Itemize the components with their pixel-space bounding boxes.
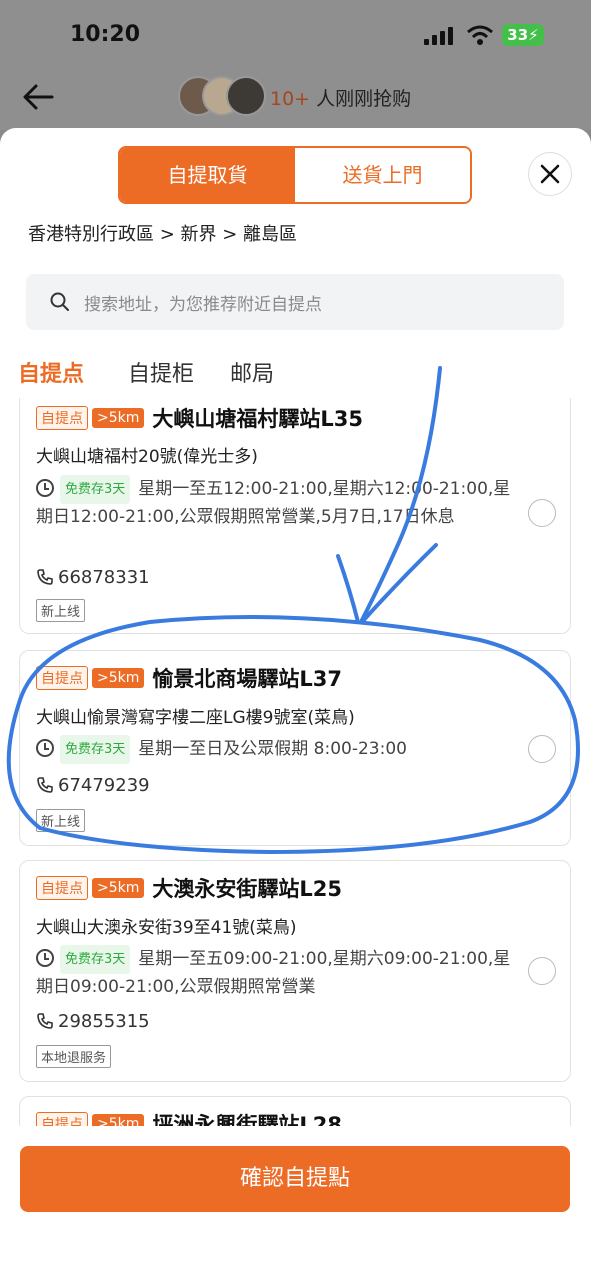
phone-number: 66878331: [58, 567, 150, 588]
delivery-mode-toggle: 自提取貨 送貨上門: [118, 146, 472, 204]
station-name: 大澳永安街驛站L25: [152, 877, 342, 901]
close-icon: [540, 164, 560, 184]
station-name: 愉景北商場驛站L37: [152, 667, 342, 691]
station-hours: 免费存3天 星期一至日及公眾假期 8:00-23:00: [36, 735, 516, 764]
buyers-label: 人刚刚抢购: [316, 88, 412, 110]
hours-text: 星期一至日及公眾假期 8:00-23:00: [138, 739, 407, 759]
station-name: 大嶼山塘福村驛站L35: [152, 407, 363, 431]
free-storage-badge: 免费存3天: [60, 475, 131, 504]
search-icon: [50, 292, 69, 311]
tab-self-pickup[interactable]: 自提取貨: [120, 148, 295, 202]
station-card[interactable]: 自提点 >5km 愉景北商場驛站L37 大嶼山愉景灣寫字樓二座LG樓9號室(菜鳥…: [19, 650, 571, 846]
station-card[interactable]: 自提点 >5km 大澳永安街驛站L25 大嶼山大澳永安街39至41號(菜鳥) 免…: [19, 860, 571, 1082]
search-input[interactable]: 搜索地址，为您推荐附近自提点: [26, 274, 564, 330]
station-name: 坪洲永興街驛站L28: [152, 1113, 342, 1126]
phone-icon: [37, 777, 53, 793]
tab-pickup-point[interactable]: 自提点: [18, 356, 84, 388]
phone-icon: [37, 1013, 53, 1029]
free-storage-badge: 免费存3天: [60, 945, 131, 974]
station-phone: 67479239: [36, 775, 150, 796]
distance-badge: >5km: [92, 408, 145, 428]
region-breadcrumb[interactable]: 香港特別行政區 > 新界 > 離島區: [28, 220, 297, 246]
station-phone: 29855315: [36, 1011, 150, 1032]
station-label: 新上线: [36, 809, 86, 832]
close-button[interactable]: [528, 152, 572, 196]
select-radio[interactable]: [528, 957, 556, 985]
select-radio[interactable]: [528, 735, 556, 763]
clock-icon: [36, 739, 54, 757]
distance-badge: >5km: [92, 668, 145, 688]
clock-icon: [36, 949, 54, 967]
tab-pickup-locker[interactable]: 自提柜: [128, 356, 194, 388]
station-header: 自提点 >5km 坪洲永興街驛站L28: [36, 1109, 342, 1126]
station-label: 新上线: [36, 599, 86, 622]
clock: 10:20: [70, 22, 141, 47]
phone-number: 29855315: [58, 1011, 150, 1032]
product-header: 10+ 人刚刚抢购: [0, 70, 591, 130]
buyers-count: 10+: [270, 88, 311, 110]
station-hours: 免费存3天 星期一至五09:00-21:00,星期六09:00-21:00,星期日…: [36, 945, 516, 1001]
station-header: 自提点 >5km 大嶼山塘福村驛站L35: [36, 403, 363, 433]
station-phone: 66878331: [36, 567, 150, 588]
station-type-tag: 自提点: [36, 1112, 88, 1126]
tab-post-office[interactable]: 邮局: [230, 356, 274, 388]
station-type-tag: 自提点: [36, 406, 88, 430]
station-address: 大嶼山愉景灣寫字樓二座LG樓9號室(菜鳥): [36, 708, 355, 728]
phone-icon: [37, 569, 53, 585]
station-address: 大嶼山大澳永安街39至41號(菜鳥): [36, 918, 297, 938]
distance-badge: >5km: [92, 878, 145, 898]
buyer-avatars: [178, 76, 270, 116]
station-list: 自提点 >5km 大嶼山塘福村驛站L35 大嶼山塘福村20號(偉光士多) 免费存…: [0, 398, 591, 1126]
recent-buyers-text: 10+ 人刚刚抢购: [270, 84, 411, 111]
station-card[interactable]: 自提点 >5km 大嶼山塘福村驛站L35 大嶼山塘福村20號(偉光士多) 免费存…: [19, 398, 571, 634]
pickup-sheet: 自提取貨 送貨上門 香港特別行政區 > 新界 > 離島區 搜索地址，为您推荐附近…: [0, 128, 591, 1280]
phone-number: 67479239: [58, 775, 150, 796]
station-header: 自提点 >5km 大澳永安街驛站L25: [36, 873, 342, 903]
free-storage-badge: 免费存3天: [60, 735, 131, 764]
status-bar: 10:20 33⚡: [0, 0, 591, 70]
confirm-pickup-button[interactable]: 確認自提點: [20, 1146, 570, 1212]
station-card[interactable]: 自提点 >5km 坪洲永興街驛站L28: [19, 1096, 571, 1126]
select-radio[interactable]: [528, 499, 556, 527]
station-type-tag: 自提点: [36, 876, 88, 900]
avatar: [226, 76, 266, 116]
wifi-icon: [467, 25, 493, 45]
station-hours: 免费存3天 星期一至五12:00-21:00,星期六12:00-21:00,星期日…: [36, 475, 516, 531]
station-type-tag: 自提点: [36, 666, 88, 690]
tab-home-delivery[interactable]: 送貨上門: [295, 148, 470, 202]
back-arrow-icon[interactable]: [22, 82, 54, 112]
station-header: 自提点 >5km 愉景北商場驛站L37: [36, 663, 342, 693]
signal-icon: [424, 27, 454, 45]
battery-icon: 33⚡: [502, 24, 544, 46]
clock-icon: [36, 479, 54, 497]
station-label: 本地退服务: [36, 1045, 112, 1068]
search-placeholder: 搜索地址，为您推荐附近自提点: [84, 295, 322, 315]
station-address: 大嶼山塘福村20號(偉光士多): [36, 447, 258, 467]
distance-badge: >5km: [92, 1114, 145, 1126]
